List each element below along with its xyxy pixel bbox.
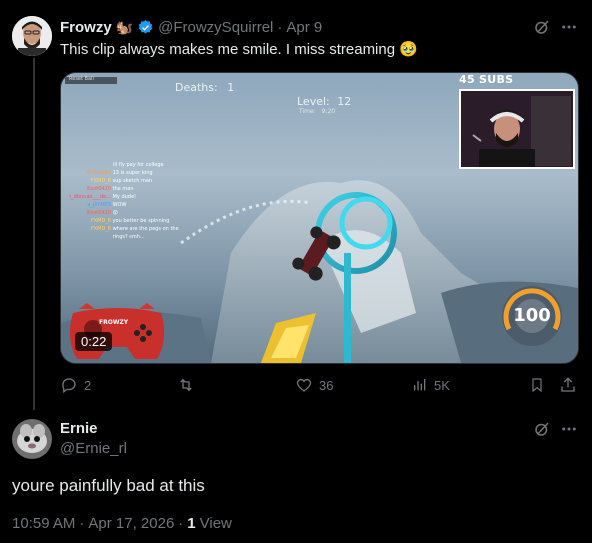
chat-line: illest0420 the man — [67, 185, 207, 193]
bookmark-icon[interactable] — [529, 376, 545, 399]
reply-date[interactable]: Apr 17, 2026 — [88, 515, 174, 532]
reply-action[interactable]: 2 — [60, 376, 91, 394]
level-counter: Level: 12 — [297, 95, 351, 108]
chat-user: FXMD_8 — [90, 226, 111, 232]
like-action[interactable]: 36 — [295, 376, 333, 394]
chat-message: 13 is super long — [112, 170, 153, 176]
tweet-date[interactable]: Apr 9 — [286, 19, 322, 36]
chat-message: My dude! — [112, 194, 137, 200]
reply-more-options-icon[interactable] — [560, 420, 578, 438]
reply-views-count: 1 — [187, 515, 196, 532]
chat-line: t_dbnnao___de... My dude! — [67, 193, 207, 201]
ernie-avatar[interactable] — [12, 419, 52, 459]
tweet-text-emoji: 🥹 — [399, 41, 418, 58]
reply-meta-separator-2: · — [178, 515, 184, 532]
heart-icon — [295, 376, 313, 394]
retweet-action[interactable] — [176, 376, 202, 394]
chat-message: WOW — [112, 202, 127, 208]
retweet-icon — [176, 376, 196, 394]
deaths-value: 1 — [227, 81, 235, 94]
time-value: 9:20 — [321, 108, 336, 115]
chat-line: shiitleight 13 is super long — [67, 169, 207, 177]
reply-time[interactable]: 10:59 AM — [12, 515, 75, 532]
chat-line: FXMD_8 where are the pegs on the — [67, 225, 207, 233]
more-options-icon[interactable] — [560, 18, 578, 36]
share-icon[interactable] — [559, 376, 577, 399]
stream-chat: ill fly pay for college shiitleight 13 i… — [67, 161, 207, 241]
author-name[interactable]: Frowzy — [60, 19, 112, 36]
chat-user: illest0420 — [86, 186, 111, 192]
chat-message: the man — [112, 186, 134, 192]
tweet-text-content: This clip always makes me smile. I miss … — [60, 41, 396, 58]
reply-views-label: View — [199, 515, 232, 532]
chat-message: sup sketch man — [112, 178, 153, 184]
time-label: Time: — [299, 108, 316, 115]
chat-message: 😮 — [112, 210, 118, 216]
video-duration-badge: 0:22 — [75, 332, 113, 351]
reply-icon — [60, 376, 78, 394]
tweet-header: Frowzy 🐿️ @FrowzySquirrel · Apr 9 — [60, 17, 322, 37]
chat-line: rings? smh... — [67, 233, 207, 241]
chat-message: where are the pegs on the — [112, 226, 179, 232]
speedometer: 100 — [499, 283, 565, 349]
controller-overlay: FROWZY — [65, 299, 169, 363]
tweet-text: This clip always makes me smile. I miss … — [60, 40, 418, 60]
reply-count: 2 — [84, 377, 92, 393]
frowzy-avatar[interactable] — [12, 16, 52, 56]
header-separator: · — [277, 18, 283, 36]
chat-message: ill fly pay for college — [113, 162, 164, 168]
level-label: Level: — [297, 95, 330, 108]
views-action[interactable]: 5K — [412, 376, 450, 394]
video-player[interactable]: Reset Ball Deaths: 1 Level: 12 Time: 9:2… — [60, 72, 579, 364]
chat-message: you better be spinning — [112, 218, 170, 224]
chat-line: illest0420 😮 — [67, 209, 207, 217]
deaths-label: Deaths: — [175, 81, 218, 94]
webcam-overlay — [459, 89, 575, 169]
reply-author-handle[interactable]: @Ernie_rl — [60, 440, 127, 457]
deaths-counter: Deaths: 1 — [175, 81, 234, 94]
views-count: 5K — [434, 377, 450, 393]
thread-connector-line — [33, 58, 35, 410]
grok-icon[interactable] — [533, 18, 551, 36]
subs-counter: 45 SUBS — [459, 73, 514, 86]
reply-meta: 10:59 AM · Apr 17, 2026 · 1 View — [12, 515, 232, 532]
chat-message: rings? smh... — [112, 234, 145, 240]
reply-meta-separator: · — [79, 515, 85, 532]
reply-text: youre painfully bad at this — [12, 476, 205, 495]
like-count: 36 — [319, 377, 334, 393]
reply-author-name[interactable]: Ernie — [60, 420, 98, 437]
chat-line: FXMD_8 sup sketch man — [67, 177, 207, 185]
chat-line: FXMD_8 you better be spinning — [67, 217, 207, 225]
reply-grok-icon[interactable] — [533, 420, 551, 438]
chat-line: a_JAYMES WOW — [67, 201, 207, 209]
time-counter: Time: 9:20 — [299, 108, 335, 115]
chat-user: illest0420 — [86, 210, 111, 216]
chat-user: a_JAYMES — [87, 202, 111, 208]
chat-user: shiitleight — [86, 170, 111, 176]
chat-user: t_dbnnao___de... — [69, 194, 111, 200]
chat-user: FXMD_8 — [90, 218, 111, 224]
verified-badge-icon — [137, 19, 154, 36]
reset-ball-label: Reset Ball — [69, 76, 94, 82]
speed-value: 100 — [513, 305, 551, 326]
controller-label: FROWZY — [99, 319, 129, 326]
level-value: 12 — [337, 95, 352, 108]
views-bar-chart-icon — [412, 376, 428, 394]
chat-line: ill fly pay for college — [67, 161, 207, 169]
author-emoji: 🐿️ — [115, 18, 134, 35]
author-handle[interactable]: @FrowzySquirrel — [158, 19, 273, 36]
chat-user: FXMD_8 — [90, 178, 111, 184]
